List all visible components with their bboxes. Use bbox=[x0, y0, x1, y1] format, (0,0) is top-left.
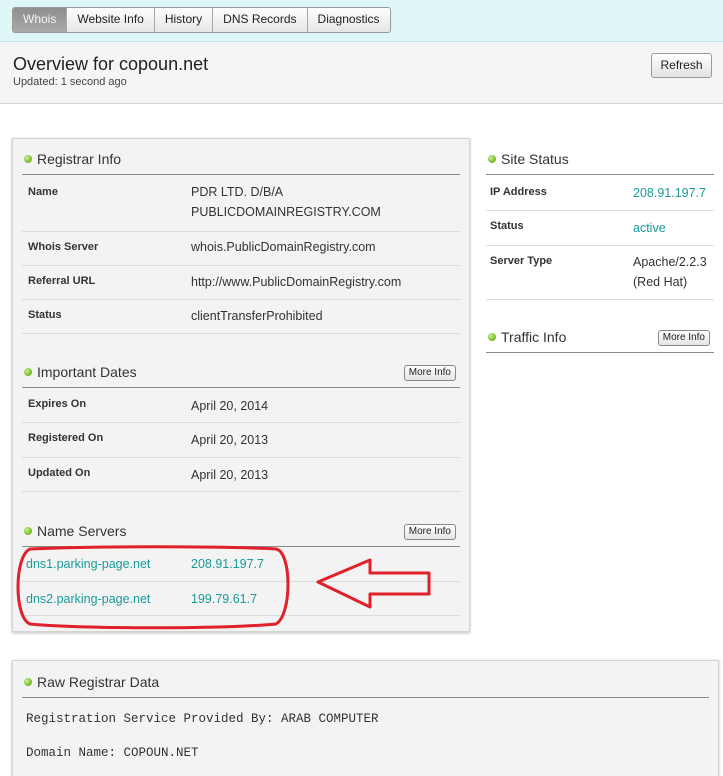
row-value: whois.PublicDomainRegistry.com bbox=[191, 240, 376, 254]
registrar-row-whois-server: Whois Server whois.PublicDomainRegistry.… bbox=[22, 232, 460, 266]
section-title: Registrar Info bbox=[37, 151, 122, 167]
row-label: Status bbox=[28, 309, 62, 321]
row-label: Registered On bbox=[28, 432, 104, 444]
site-status-header: Site Status bbox=[486, 145, 714, 175]
section-title: Site Status bbox=[501, 151, 569, 167]
row-value: PUBLICDOMAINREGISTRY.COM bbox=[191, 205, 381, 219]
traffic-info-header: Traffic Info More Info bbox=[486, 323, 714, 353]
name-server-row: dns2.parking-page.net 199.79.61.7 bbox=[22, 582, 460, 616]
top-tab-bar: Whois Website Info History DNS Records D… bbox=[0, 0, 723, 42]
row-value: April 20, 2013 bbox=[191, 468, 269, 482]
more-info-button[interactable]: More Info bbox=[403, 524, 456, 540]
raw-data-line: Domain Name: COPOUN.NET bbox=[26, 746, 199, 760]
row-value: http://www.PublicDomainRegistry.com bbox=[191, 275, 402, 289]
registrar-row-status: Status clientTransferProhibited bbox=[22, 300, 460, 334]
tab-diagnostics[interactable]: Diagnostics bbox=[306, 8, 390, 32]
important-dates-header: Important Dates More Info bbox=[22, 358, 460, 388]
more-info-button[interactable]: More Info bbox=[403, 365, 456, 381]
dates-row-updated: Updated On April 20, 2013 bbox=[22, 458, 460, 492]
row-label: Whois Server bbox=[28, 241, 99, 253]
tab-group: Whois Website Info History DNS Records D… bbox=[12, 7, 391, 33]
section-title: Important Dates bbox=[37, 364, 137, 380]
section-title: Raw Registrar Data bbox=[37, 674, 160, 690]
name-server-ip-link[interactable]: 208.91.197.7 bbox=[191, 554, 264, 574]
registrar-row-name: Name PDR LTD. D/B/A PUBLICDOMAINREGISTRY… bbox=[22, 176, 460, 232]
green-dot-icon bbox=[488, 155, 496, 163]
row-value: clientTransferProhibited bbox=[191, 309, 323, 323]
raw-data-line: Registration Service Provided By: ARAB C… bbox=[26, 712, 379, 726]
row-value: (Red Hat) bbox=[633, 275, 688, 289]
more-info-button[interactable]: More Info bbox=[657, 330, 710, 346]
row-value: Apache/2.2.3 bbox=[633, 255, 707, 269]
row-label: Referral URL bbox=[28, 275, 96, 287]
dates-row-expires: Expires On April 20, 2014 bbox=[22, 389, 460, 423]
registrar-info-header: Registrar Info bbox=[22, 145, 460, 175]
refresh-button[interactable]: Refresh bbox=[651, 53, 712, 78]
section-title: Traffic Info bbox=[501, 329, 567, 345]
tab-history[interactable]: History bbox=[153, 8, 212, 32]
row-label: Updated On bbox=[28, 467, 91, 479]
green-dot-icon bbox=[488, 333, 496, 341]
row-label: IP Address bbox=[490, 186, 547, 198]
name-server-host-link[interactable]: dns1.parking-page.net bbox=[26, 554, 150, 574]
name-server-ip-link[interactable]: 199.79.61.7 bbox=[191, 589, 257, 609]
row-label: Server Type bbox=[490, 255, 553, 267]
name-server-host-link[interactable]: dns2.parking-page.net bbox=[26, 589, 150, 609]
green-dot-icon bbox=[24, 527, 32, 535]
page-header: Overview for copoun.net Updated: 1 secon… bbox=[0, 42, 723, 104]
raw-registrar-header: Raw Registrar Data bbox=[22, 668, 709, 698]
name-servers-header: Name Servers More Info bbox=[22, 517, 460, 547]
green-dot-icon bbox=[24, 368, 32, 376]
row-value: April 20, 2013 bbox=[191, 433, 269, 447]
row-value: PDR LTD. D/B/A bbox=[191, 185, 284, 199]
row-label: Status bbox=[490, 220, 524, 232]
tab-whois[interactable]: Whois bbox=[13, 8, 67, 32]
green-dot-icon bbox=[24, 678, 32, 686]
page-title: Overview for copoun.net bbox=[13, 54, 209, 74]
site-status-row-server-type: Server Type Apache/2.2.3 (Red Hat) bbox=[486, 246, 714, 300]
ip-address-link[interactable]: 208.91.197.7 bbox=[633, 183, 706, 203]
section-title: Name Servers bbox=[37, 523, 127, 539]
status-value: active bbox=[633, 221, 666, 235]
name-server-row: dns1.parking-page.net 208.91.197.7 bbox=[22, 548, 460, 582]
dates-row-registered: Registered On April 20, 2013 bbox=[22, 423, 460, 458]
site-status-row-ip: IP Address 208.91.197.7 bbox=[486, 176, 714, 211]
row-value: April 20, 2014 bbox=[191, 399, 269, 413]
tab-dns-records[interactable]: DNS Records bbox=[212, 8, 306, 32]
row-label: Expires On bbox=[28, 398, 87, 410]
row-label: Name bbox=[28, 186, 58, 198]
green-dot-icon bbox=[24, 155, 32, 163]
registrar-row-referral-url: Referral URL http://www.PublicDomainRegi… bbox=[22, 266, 460, 300]
updated-timestamp: Updated: 1 second ago bbox=[13, 76, 127, 88]
tab-website-info[interactable]: Website Info bbox=[66, 8, 153, 32]
site-status-row-status: Status active bbox=[486, 211, 714, 246]
